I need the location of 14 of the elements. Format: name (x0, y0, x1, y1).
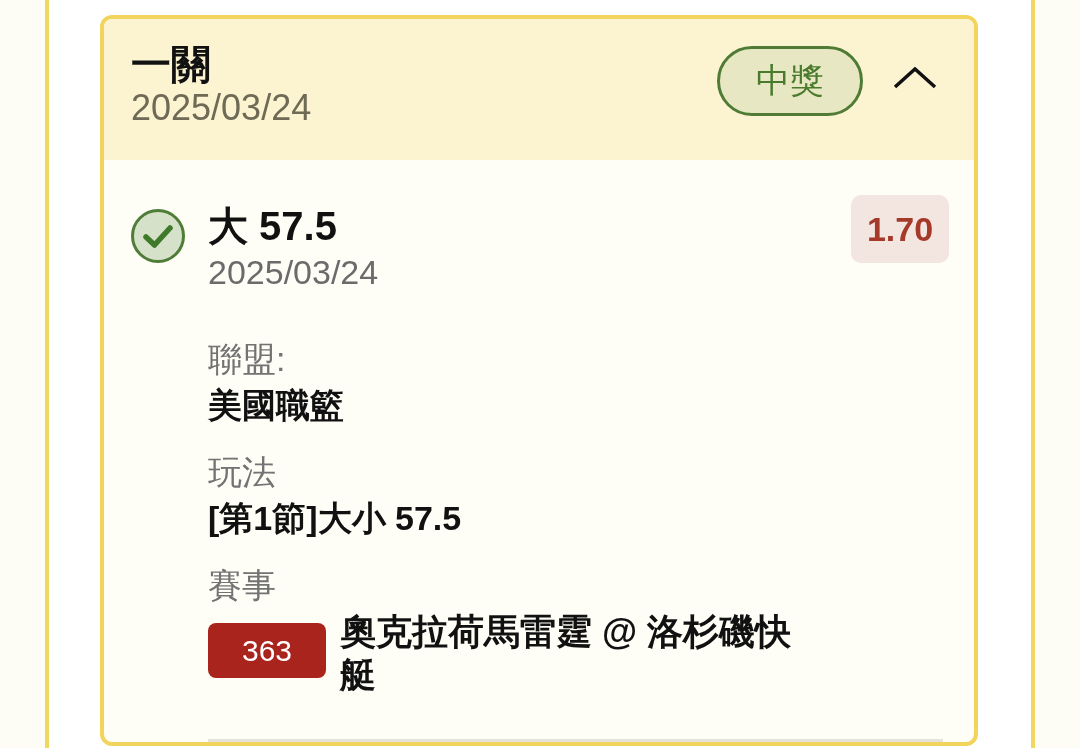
detail-label: 賽事 (208, 565, 276, 606)
odds-badge: 1.70 (851, 195, 949, 263)
event-number-badge: 363 (208, 623, 326, 678)
selection-name: 大 57.5 (208, 203, 337, 250)
ticket-title: 一關 (131, 41, 211, 87)
detail-value: [第1節]大小 57.5 (208, 498, 462, 539)
ticket-date: 2025/03/24 (131, 87, 312, 129)
chevron-up-icon[interactable] (893, 67, 937, 89)
event-name: 奧克拉荷馬雷霆 @ 洛杉磯快艇 (340, 610, 793, 696)
status-badge: 中獎 (717, 46, 863, 116)
detail-label: 玩法 (208, 452, 276, 493)
detail-label: 聯盟: (208, 339, 286, 380)
selection-date: 2025/03/24 (208, 252, 379, 293)
detail-value: 美國職籃 (208, 385, 344, 426)
